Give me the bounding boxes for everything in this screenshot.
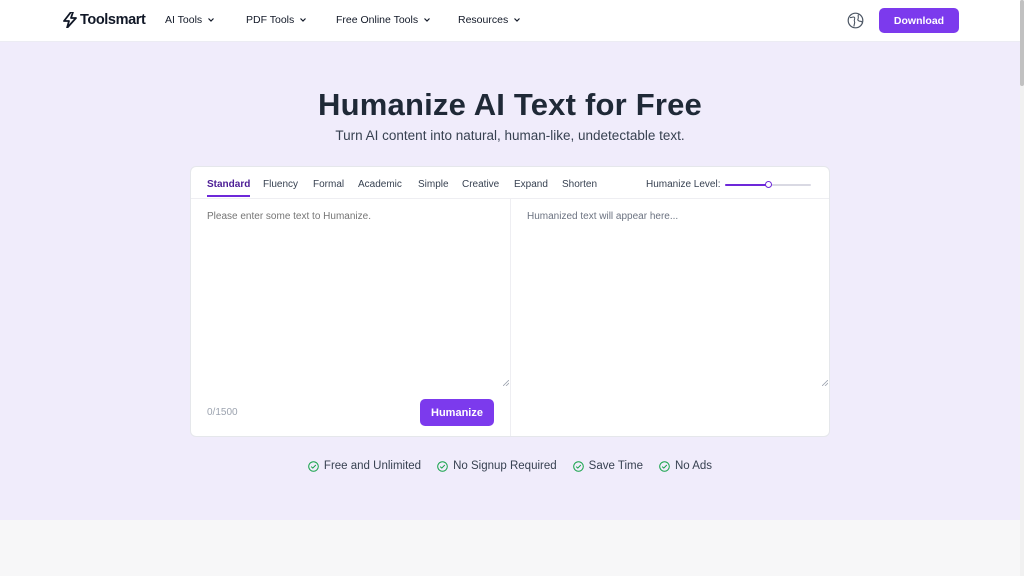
resize-grip-icon[interactable] (503, 380, 509, 386)
tab-academic[interactable]: Academic (358, 179, 402, 195)
nav-resources[interactable]: Resources (458, 14, 521, 26)
nav-label: Free Online Tools (336, 14, 419, 26)
feature-item: Free and Unlimited (308, 460, 421, 472)
humanize-button[interactable]: Humanize (420, 399, 494, 426)
nav-free-online-tools[interactable]: Free Online Tools (336, 14, 431, 26)
feature-label: No Signup Required (453, 460, 557, 472)
humanize-level-label: Humanize Level: (646, 179, 721, 190)
features-list: Free and Unlimited No Signup Required Sa… (0, 458, 1020, 474)
next-section (0, 520, 1020, 576)
tab-standard[interactable]: Standard (207, 179, 251, 197)
feature-label: Save Time (588, 460, 643, 472)
tab-creative[interactable]: Creative (462, 179, 499, 195)
check-circle-icon (308, 460, 319, 472)
chevron-down-icon (300, 18, 307, 22)
chevron-down-icon (424, 18, 431, 22)
nav-label: Resources (458, 14, 509, 26)
site-header: Toolsmart AI Tools PDF Tools Free Online… (0, 0, 1020, 42)
download-button[interactable]: Download (879, 8, 959, 33)
feature-item: No Signup Required (437, 460, 557, 472)
check-circle-icon (572, 460, 584, 472)
page-subtitle: Turn AI content into natural, human-like… (335, 128, 685, 143)
feature-item: Save Time (572, 460, 643, 472)
tab-expand[interactable]: Expand (514, 179, 548, 195)
feature-item: No Ads (659, 460, 712, 472)
character-counter: 0/1500 (207, 407, 238, 418)
check-circle-icon (437, 460, 448, 472)
hero-section: Humanize AI Text for Free Turn AI conten… (0, 42, 1020, 520)
logo[interactable]: Toolsmart (63, 11, 146, 29)
tab-fluency[interactable]: Fluency (263, 179, 298, 195)
scrollbar-thumb[interactable] (1020, 0, 1024, 86)
chevron-down-icon (208, 18, 215, 22)
globe-icon[interactable] (847, 12, 864, 29)
feature-label: Free and Unlimited (323, 460, 422, 472)
nav-pdf-tools[interactable]: PDF Tools (246, 14, 307, 26)
check-circle-icon (659, 460, 670, 472)
tab-formal[interactable]: Formal (313, 179, 344, 195)
page-title: Humanize AI Text for Free (318, 87, 702, 122)
nav-label: AI Tools (165, 14, 203, 26)
nav-label: PDF Tools (246, 14, 295, 26)
humanize-level-slider[interactable] (725, 181, 811, 188)
logo-text: Toolsmart (80, 12, 146, 28)
feature-label: No Ads (674, 460, 713, 472)
slider-thumb[interactable] (765, 181, 772, 188)
tab-shorten[interactable]: Shorten (562, 179, 597, 195)
mode-tabs: Standard Fluency Formal Academic Simple … (191, 167, 829, 199)
chevron-down-icon (514, 18, 521, 22)
nav-ai-tools[interactable]: AI Tools (165, 14, 215, 26)
output-text-area: Humanized text will appear here... (511, 200, 829, 387)
humanizer-card: Standard Fluency Formal Academic Simple … (190, 166, 830, 437)
tab-simple[interactable]: Simple (418, 179, 449, 195)
resize-grip-icon[interactable] (822, 380, 828, 386)
page-scrollbar[interactable] (1020, 0, 1024, 576)
output-placeholder: Humanized text will appear here... (527, 211, 679, 222)
bolt-logo-icon (63, 12, 77, 28)
input-text-area[interactable] (191, 200, 510, 387)
slider-fill (725, 184, 768, 186)
